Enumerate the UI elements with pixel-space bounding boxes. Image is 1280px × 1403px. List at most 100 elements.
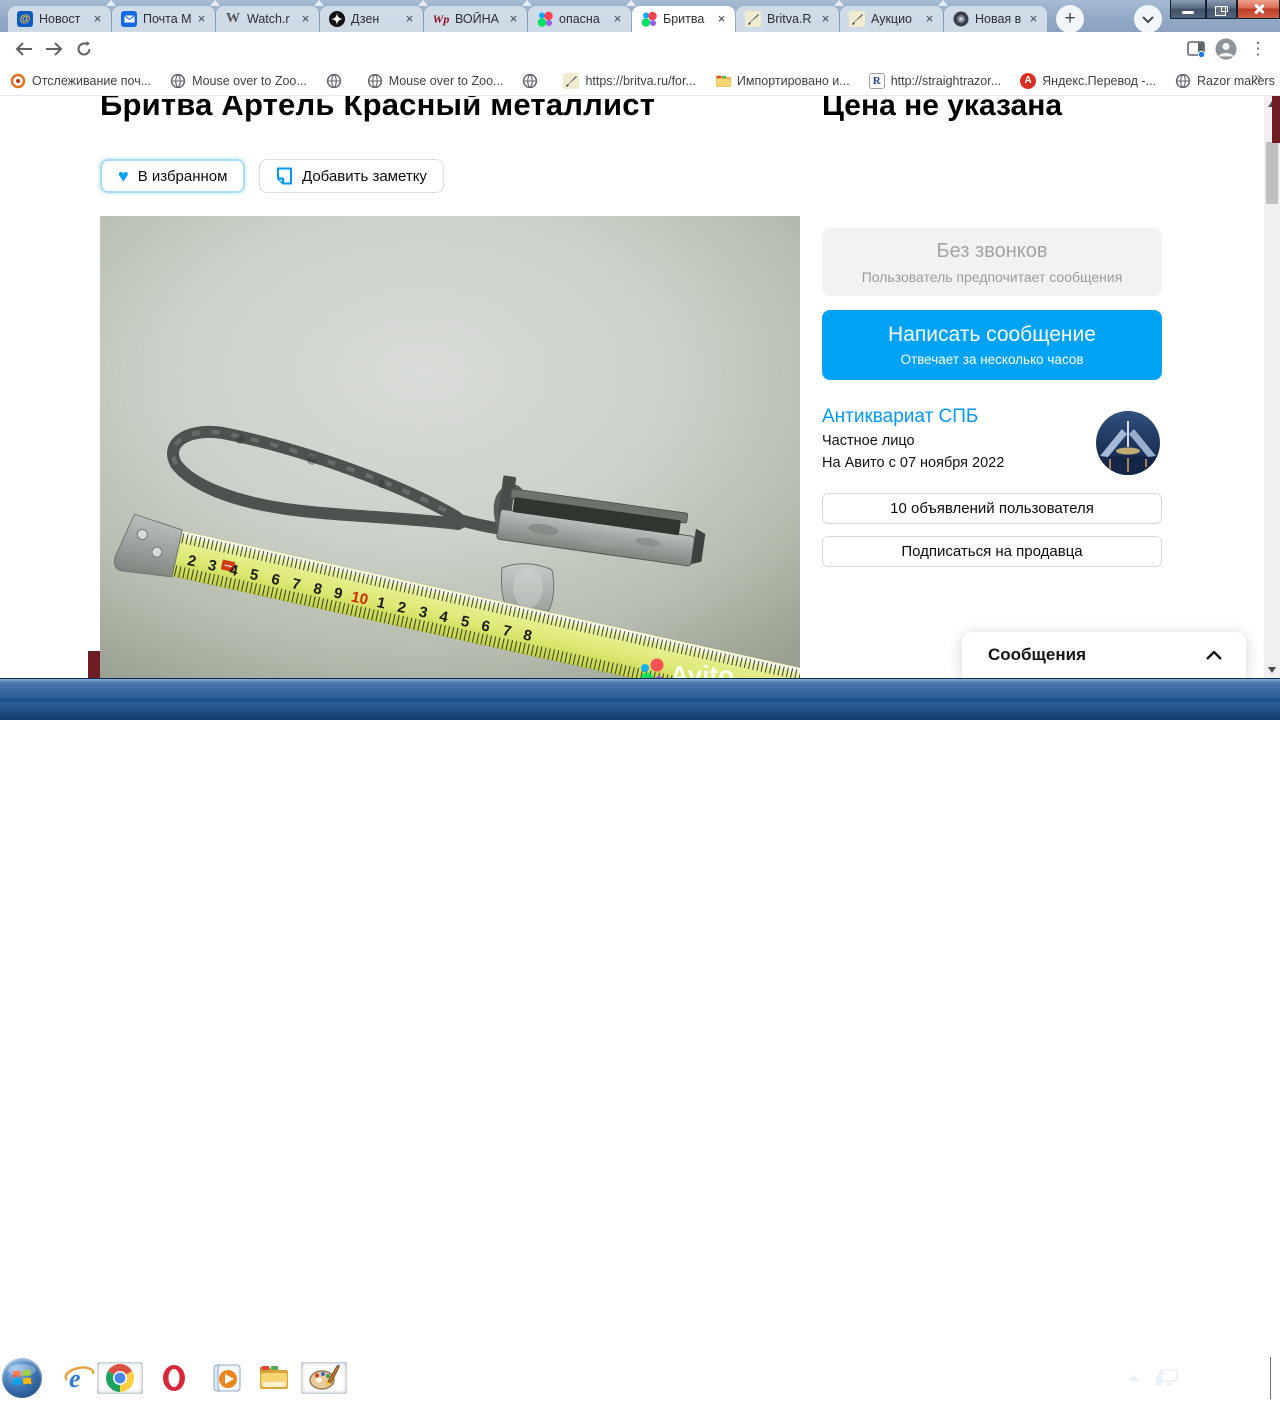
tab-close-icon[interactable]: ×: [506, 12, 521, 27]
tab-close-icon[interactable]: ×: [1026, 12, 1041, 27]
profile-avatar-icon[interactable]: [1212, 35, 1240, 63]
language-indicator[interactable]: RU: [1096, 1371, 1115, 1386]
subscribe-seller-button[interactable]: Подписаться на продавца: [822, 536, 1162, 567]
tab-close-icon[interactable]: ×: [298, 12, 313, 27]
seller-avatar[interactable]: [1096, 411, 1160, 475]
taskbar-opera-icon[interactable]: [150, 1361, 198, 1395]
svg-text:Avito: Avito: [670, 660, 734, 678]
new-tab-button[interactable]: +: [1056, 5, 1084, 33]
tab-novost[interactable]: @ Новост ×: [8, 6, 111, 32]
bookmark-item[interactable]: [522, 73, 544, 89]
watch-w-icon: W: [225, 11, 241, 27]
bookmark-item[interactable]: Mouse over to Zoo...: [170, 73, 307, 89]
start-button[interactable]: [2, 1358, 42, 1398]
dark-globe-icon: [953, 11, 969, 27]
seller-items-button[interactable]: 10 объявлений пользователя: [822, 493, 1162, 524]
menu-dots-icon[interactable]: ⋮: [1244, 35, 1272, 63]
no-calls-title: Без звонков: [937, 240, 1048, 263]
tab-peak: [522, 0, 532, 6]
mailru-news-icon: @: [17, 11, 33, 27]
chevron-up-icon[interactable]: [1206, 651, 1222, 660]
tab-dzen[interactable]: Дзен ×: [320, 6, 423, 32]
tab-divider: [943, 12, 944, 26]
page-content: Бритва Артель Красный металлист Цена не …: [0, 96, 1280, 678]
tab-strip: @ Новост × Почта М × W Watch.r × Дзен × …: [0, 0, 1280, 32]
tab-peak: [418, 0, 428, 6]
tab-close-icon[interactable]: ×: [402, 12, 417, 27]
bookmark-item[interactable]: R http://straightrazor...: [869, 73, 1001, 89]
tab-close-icon[interactable]: ×: [714, 12, 729, 27]
bookmark-item[interactable]: А Яндекс.Перевод -...: [1020, 73, 1156, 89]
taskbar-media-player-icon[interactable]: [202, 1361, 250, 1395]
clock[interactable]: 6:10 11.11.2022: [1201, 1363, 1259, 1393]
taskbar-chrome-icon[interactable]: [96, 1361, 144, 1395]
seller-since: На Авито с 07 ноября 2022: [822, 455, 1004, 471]
tab-label: Новост: [39, 12, 90, 26]
maximize-button[interactable]: [1206, 0, 1237, 19]
no-calls-subtitle: Пользователь предпочитает сообщения: [862, 269, 1123, 285]
write-message-button[interactable]: Написать сообщение Отвечает за несколько…: [822, 310, 1162, 380]
yandex-translate-icon: А: [1020, 73, 1036, 89]
tab-novaya[interactable]: Новая в ×: [944, 6, 1047, 32]
window-controls: [1170, 0, 1280, 19]
bookmarks-overflow-chevron[interactable]: »: [1254, 69, 1262, 86]
tray-expand-icon[interactable]: [1129, 1375, 1139, 1381]
close-button[interactable]: [1237, 0, 1280, 19]
tab-divider: [527, 12, 528, 26]
tab-pochta[interactable]: Почта М ×: [112, 6, 215, 32]
tab-peak: [938, 0, 948, 6]
tab-opasna[interactable]: опасна ×: [528, 6, 631, 32]
tab-close-icon[interactable]: ×: [610, 12, 625, 27]
bookmark-item[interactable]: Mouse over to Zoo...: [367, 73, 504, 89]
bookmark-item[interactable]: https://britva.ru/for...: [563, 73, 695, 89]
tab-close-icon[interactable]: ×: [922, 12, 937, 27]
back-icon[interactable]: [10, 35, 38, 63]
show-desktop-button[interactable]: [1269, 1357, 1280, 1399]
tab-search-chevron[interactable]: [1134, 5, 1162, 33]
minimize-button[interactable]: [1170, 0, 1206, 19]
tab-label: ВОЙНА: [455, 12, 506, 26]
seller-name-link[interactable]: Антиквариат СПБ: [822, 406, 978, 428]
tab-label: Britva.R: [767, 12, 818, 26]
bookmark-item[interactable]: Отслеживание поч...: [10, 73, 151, 89]
avito-dots-icon: [641, 11, 657, 27]
taskbar-explorer-icon[interactable]: [250, 1361, 298, 1395]
bookmark-item[interactable]: Импортировано и...: [715, 73, 850, 89]
favorite-button[interactable]: ♥ В избранном: [100, 159, 245, 193]
listing-photo[interactable]: 2 3 4 5 6 7 8 9 10 1 2 3 4 5 6 7 8: [100, 216, 800, 678]
reload-icon[interactable]: [70, 35, 98, 63]
tab-britvar[interactable]: Britva.R ×: [736, 6, 839, 32]
tab-close-icon[interactable]: ×: [90, 12, 105, 27]
clock-time: 6:10: [1201, 1363, 1259, 1378]
page-title: Бритва Артель Красный металлист: [100, 96, 655, 123]
side-panel-icon[interactable]: [1182, 35, 1210, 63]
scrollbar-thumb[interactable]: [1266, 142, 1278, 204]
tab-close-icon[interactable]: ×: [194, 12, 209, 27]
add-note-button[interactable]: Добавить заметку: [259, 159, 444, 193]
taskbar: e: [0, 678, 1280, 720]
tab-britva-active[interactable]: Бритва ×: [632, 6, 735, 32]
tab-watch[interactable]: W Watch.r ×: [216, 6, 319, 32]
messages-panel[interactable]: Сообщения: [962, 632, 1246, 678]
system-tray: RU 6:10 11.11.2022: [1096, 1357, 1280, 1399]
network-icon[interactable]: [1155, 1368, 1179, 1388]
bookmark-item[interactable]: [326, 73, 348, 89]
forward-icon[interactable]: [40, 35, 68, 63]
tab-label: опасна: [559, 12, 610, 26]
tab-divider: [839, 12, 840, 26]
zen-icon: [329, 11, 345, 27]
tab-label: Watch.r: [247, 12, 298, 26]
no-calls-card: Без звонков Пользователь предпочитает со…: [822, 228, 1162, 296]
tab-label: Аукцио: [871, 12, 922, 26]
taskbar-paint-icon[interactable]: [300, 1361, 348, 1395]
bookmarks-bar: Отслеживание поч... Mouse over to Zoo...…: [0, 66, 1280, 96]
tab-auktsion[interactable]: Аукцио ×: [840, 6, 943, 32]
tab-close-icon[interactable]: ×: [818, 12, 833, 27]
windows-flag-icon: [2, 1358, 42, 1398]
scrollbar-down-arrow[interactable]: [1264, 662, 1280, 678]
mail-envelope-icon: [121, 11, 137, 27]
tab-divider: [111, 12, 112, 26]
screen-artifact: [88, 651, 100, 678]
tab-voyna[interactable]: Wp ВОЙНА ×: [424, 6, 527, 32]
srp-icon: R: [869, 73, 885, 89]
